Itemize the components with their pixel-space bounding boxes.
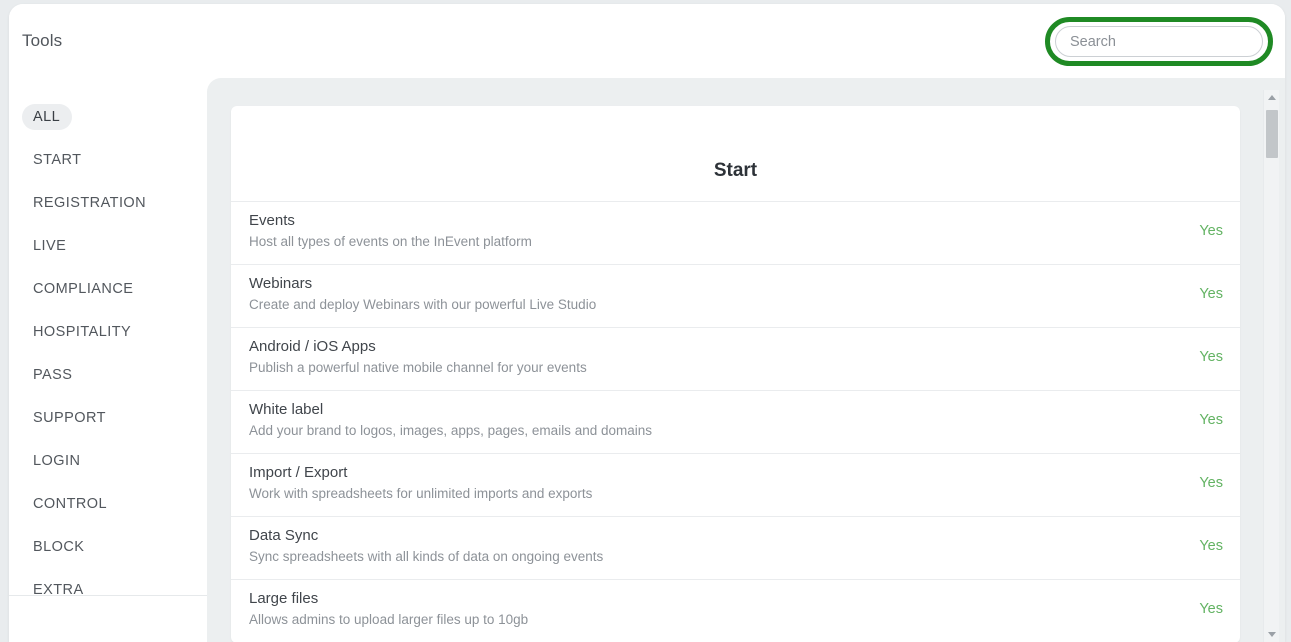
sidebar-item-control[interactable]: CONTROL xyxy=(22,491,119,517)
row-description: Add your brand to logos, images, apps, p… xyxy=(249,423,652,438)
scrollbar-thumb[interactable] xyxy=(1266,110,1278,158)
row-description: Host all types of events on the InEvent … xyxy=(249,234,532,249)
row-value[interactable]: Yes xyxy=(1199,412,1223,428)
table-row[interactable]: Webinars Create and deploy Webinars with… xyxy=(231,265,1240,328)
search-container xyxy=(1045,17,1273,66)
row-description: Create and deploy Webinars with our powe… xyxy=(249,297,597,312)
row-value[interactable]: Yes xyxy=(1199,538,1223,554)
sidebar-item-all[interactable]: ALL xyxy=(22,104,73,130)
row-title: Webinars xyxy=(249,275,313,292)
row-description: Work with spreadsheets for unlimited imp… xyxy=(249,486,593,501)
sidebar-item-registration[interactable]: REGISTRATION xyxy=(22,190,158,216)
row-title: Events xyxy=(249,212,295,229)
sidebar-item-hospitality[interactable]: HOSPITALITY xyxy=(22,319,143,345)
row-title: White label xyxy=(249,401,324,418)
scroll-up-arrow-icon[interactable] xyxy=(1264,90,1280,105)
app-window: Tools ALL START REGISTRATION LIVE COMPLI… xyxy=(9,4,1285,642)
sidebar-item-block[interactable]: BLOCK xyxy=(22,534,96,560)
sidebar-item-login[interactable]: LOGIN xyxy=(22,448,92,474)
sidebar: ALL START REGISTRATION LIVE COMPLIANCE H… xyxy=(9,78,207,642)
sidebar-nav-list: ALL START REGISTRATION LIVE COMPLIANCE H… xyxy=(9,78,207,620)
table-row[interactable]: Android / iOS Apps Publish a powerful na… xyxy=(231,328,1240,391)
row-title: Data Sync xyxy=(249,527,319,544)
sidebar-item-start[interactable]: START xyxy=(22,147,93,173)
row-description: Publish a powerful native mobile channel… xyxy=(249,360,587,375)
table-row[interactable]: Import / Export Work with spreadsheets f… xyxy=(231,454,1240,517)
row-title: Android / iOS Apps xyxy=(249,338,376,355)
table-row[interactable]: White label Add your brand to logos, ima… xyxy=(231,391,1240,454)
sidebar-item-live[interactable]: LIVE xyxy=(22,233,78,259)
row-title: Import / Export xyxy=(249,464,348,481)
row-value[interactable]: Yes xyxy=(1199,601,1223,617)
sidebar-item-extra[interactable]: EXTRA xyxy=(22,577,96,603)
card-header: Start xyxy=(231,106,1240,202)
row-value[interactable]: Yes xyxy=(1199,223,1223,239)
row-description: Allows admins to upload larger files up … xyxy=(249,612,529,627)
sidebar-divider xyxy=(9,595,207,596)
row-value[interactable]: Yes xyxy=(1199,286,1223,302)
tools-card: Start Events Host all types of events on… xyxy=(231,106,1240,642)
page-header: Tools xyxy=(9,4,1285,78)
vertical-scrollbar[interactable] xyxy=(1263,90,1279,642)
content-panel: Start Events Host all types of events on… xyxy=(207,78,1285,642)
row-value[interactable]: Yes xyxy=(1199,475,1223,491)
row-description: Sync spreadsheets with all kinds of data… xyxy=(249,549,604,564)
sidebar-item-pass[interactable]: PASS xyxy=(22,362,84,388)
row-value[interactable]: Yes xyxy=(1199,349,1223,365)
scroll-down-arrow-icon[interactable] xyxy=(1264,627,1280,642)
search-input[interactable] xyxy=(1055,26,1263,57)
card-title: Start xyxy=(713,160,758,181)
table-row[interactable]: Data Sync Sync spreadsheets with all kin… xyxy=(231,517,1240,580)
page-title: Tools xyxy=(22,31,63,50)
body-area: ALL START REGISTRATION LIVE COMPLIANCE H… xyxy=(9,78,1285,642)
table-row[interactable]: Large files Allows admins to upload larg… xyxy=(231,580,1240,642)
table-row[interactable]: Events Host all types of events on the I… xyxy=(231,202,1240,265)
sidebar-item-support[interactable]: SUPPORT xyxy=(22,405,118,431)
sidebar-item-compliance[interactable]: COMPLIANCE xyxy=(22,276,145,302)
row-title: Large files xyxy=(249,590,319,607)
